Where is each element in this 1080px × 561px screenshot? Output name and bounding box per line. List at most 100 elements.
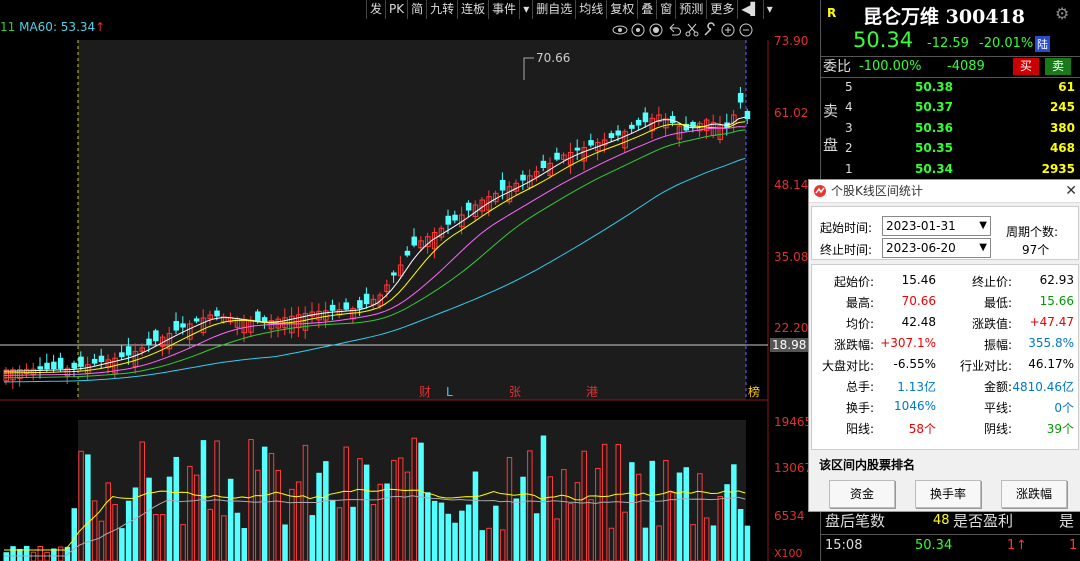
order-book-row[interactable]: 5 50.38 61 bbox=[821, 77, 1080, 97]
date-range-box: 起始时间: 2023-01-31 ▼ 终止时间: 2023-06-20 ▼ 周期个数… bbox=[811, 206, 1079, 260]
profit-label: 是否盈利 bbox=[953, 512, 1014, 530]
start-time-value: 2023-01-31 bbox=[886, 219, 956, 233]
toolbar-item[interactable]: 窗 bbox=[656, 0, 675, 19]
volume-bar bbox=[731, 464, 737, 561]
volume-bar bbox=[445, 513, 451, 561]
toolbar-item[interactable]: 叠 bbox=[637, 0, 656, 19]
candle-body bbox=[261, 317, 268, 323]
undo-icon[interactable] bbox=[666, 22, 682, 38]
stat-label: 终止价: bbox=[971, 275, 1012, 289]
stat-value: 46.17% bbox=[1028, 357, 1074, 371]
toolbar-item[interactable]: 发 bbox=[366, 0, 385, 19]
candle-body bbox=[153, 330, 159, 342]
tick-time: 15:08 bbox=[825, 538, 863, 553]
price-tick-label: 35.08 bbox=[774, 250, 809, 264]
volume-bar bbox=[438, 502, 445, 561]
toolbar-item[interactable]: PK bbox=[385, 0, 407, 19]
zoom-in-icon[interactable] bbox=[720, 22, 736, 38]
volume-bar bbox=[363, 464, 370, 561]
stat-value: 355.8% bbox=[1028, 336, 1074, 350]
tick-extra: 1 bbox=[1069, 538, 1078, 553]
stat-value: 0个 bbox=[1054, 401, 1074, 415]
toolbar-item[interactable]: 均线 bbox=[575, 0, 606, 19]
stat-label: 阴线: bbox=[983, 422, 1012, 436]
candle-body bbox=[146, 338, 152, 345]
ask-price: 50.35 bbox=[915, 141, 953, 156]
order-ratio-diff: -4089 bbox=[947, 59, 985, 74]
start-time-input[interactable]: 2023-01-31 ▼ bbox=[882, 216, 991, 236]
stat-label: 平线: bbox=[983, 401, 1012, 415]
toolbar-item[interactable]: 预测 bbox=[675, 0, 706, 19]
volume-bar bbox=[629, 462, 635, 561]
toolbar-item[interactable]: 简 bbox=[407, 0, 426, 19]
dialog-titlebar: 个股K线区间统计 ✕ bbox=[809, 180, 1080, 203]
chart-toolbar: 发 PK 简九转 连板 事件 ▾ 删自选 均线 复权叠窗预测 更多 ◀▌ ▾ bbox=[366, 0, 776, 20]
volume-bar bbox=[166, 476, 173, 561]
r-tag: R bbox=[827, 6, 837, 20]
toolbar-item[interactable]: ◀▌ bbox=[737, 0, 762, 19]
buy-button[interactable]: 买 bbox=[1013, 58, 1039, 75]
volume-bar bbox=[323, 461, 329, 561]
eye-icon[interactable] bbox=[612, 22, 628, 38]
chevron-down-icon[interactable]: ▼ bbox=[979, 217, 987, 235]
order-book-row[interactable]: 3 50.36 380 bbox=[821, 118, 1080, 138]
ma60-arrow: ↑ bbox=[95, 20, 106, 34]
circle-icon[interactable] bbox=[630, 22, 646, 38]
rank-turnover-button[interactable]: 换手率 bbox=[915, 480, 981, 508]
stat-label: 总手: bbox=[845, 380, 874, 394]
toolbar-item[interactable]: 删自选 bbox=[532, 0, 575, 19]
ask-volume: 468 bbox=[1049, 141, 1075, 156]
toolbar-item[interactable]: 连板 bbox=[457, 0, 488, 19]
kline-chart[interactable]: 70.66 财 L 张 港 榜 bbox=[0, 40, 820, 561]
tick-price: 50.34 bbox=[915, 538, 953, 553]
stat-value: 70.66 bbox=[901, 294, 936, 308]
circle-icon[interactable] bbox=[648, 22, 664, 38]
toolbar-item[interactable]: ▾ bbox=[519, 0, 532, 19]
ask-price: 50.34 bbox=[915, 161, 953, 176]
candle-body bbox=[520, 174, 526, 181]
order-ratio-pct: -100.00% bbox=[859, 59, 922, 74]
volume-bar bbox=[234, 512, 241, 561]
order-book-row[interactable]: 1 50.34 2935 bbox=[821, 159, 1080, 179]
volume-bar bbox=[125, 500, 132, 561]
zoom-out-icon[interactable] bbox=[738, 22, 754, 38]
toolbar-item[interactable]: 事件 bbox=[488, 0, 519, 19]
volume-bar bbox=[241, 528, 247, 561]
stat-value: 1046% bbox=[894, 399, 936, 413]
order-book-row[interactable]: 4 50.37 245 bbox=[821, 97, 1080, 117]
stat-value: +307.1% bbox=[880, 336, 936, 350]
stat-value: 42.48 bbox=[901, 315, 936, 329]
end-tag: 榜 bbox=[748, 384, 760, 399]
volume-bar bbox=[85, 454, 91, 561]
scissors-icon[interactable] bbox=[684, 22, 700, 38]
rank-title: 该区间内股票排名 bbox=[819, 458, 916, 472]
wrench-icon[interactable] bbox=[702, 22, 718, 38]
rank-change-button[interactable]: 涨跌幅 bbox=[1001, 480, 1067, 508]
end-time-input[interactable]: 2023-06-20 ▼ bbox=[882, 238, 991, 258]
candle-body bbox=[588, 140, 594, 146]
stock-price: 50.34 bbox=[853, 28, 914, 52]
toolbar-item[interactable]: 更多 bbox=[706, 0, 737, 19]
volume-bar bbox=[71, 508, 77, 561]
sell-button[interactable]: 卖 bbox=[1045, 58, 1071, 75]
volume-tick-label: 19465 bbox=[774, 415, 813, 429]
candle-body bbox=[193, 318, 200, 322]
candle-body bbox=[51, 361, 57, 370]
candle-body bbox=[554, 152, 560, 160]
candle-body bbox=[214, 310, 220, 317]
volume-bar bbox=[513, 498, 519, 561]
volume-bar bbox=[744, 525, 751, 561]
volume-bar bbox=[329, 499, 336, 561]
volume-bar bbox=[227, 478, 234, 561]
toolbar-item[interactable]: 九转 bbox=[426, 0, 457, 19]
rank-fund-button[interactable]: 资金 bbox=[829, 480, 895, 508]
order-book-row[interactable]: 2 50.35 468 bbox=[821, 138, 1080, 158]
dialog-close-icon[interactable]: ✕ bbox=[1065, 180, 1077, 202]
ask-price: 50.37 bbox=[915, 100, 953, 115]
volume-bar bbox=[431, 500, 438, 561]
gear-icon[interactable]: ⚙ bbox=[1055, 4, 1073, 23]
chevron-down-icon[interactable]: ▼ bbox=[979, 239, 987, 257]
stock-change: -12.59 bbox=[927, 36, 969, 51]
toolbar-item[interactable]: 复权 bbox=[606, 0, 637, 19]
candle-body bbox=[404, 250, 411, 256]
